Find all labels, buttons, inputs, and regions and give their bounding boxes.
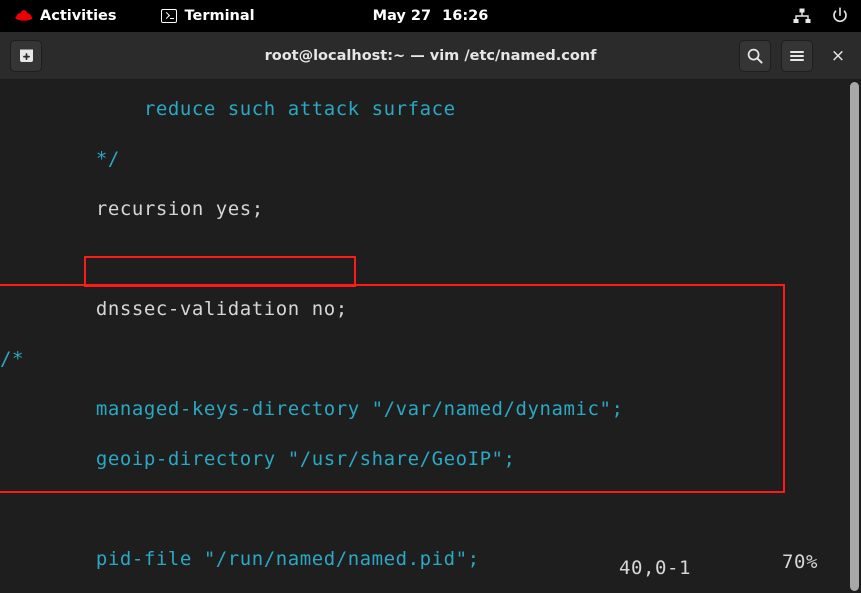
activities-label: Activities xyxy=(40,8,117,24)
terminal-icon xyxy=(160,9,177,23)
power-icon[interactable] xyxy=(829,5,851,27)
cursor-position: 40,0-1 xyxy=(619,557,691,579)
search-button[interactable] xyxy=(739,40,771,72)
code-token: geoip-directory "/usr/share/GeoIP"; xyxy=(95,448,516,470)
code-token: dnssec-validation no; xyxy=(95,298,348,320)
code-line: */ xyxy=(0,134,779,184)
vim-text-area[interactable]: reduce such attack surface */ recursion … xyxy=(0,80,779,593)
activities-button[interactable]: Activities xyxy=(0,0,127,32)
app-indicator-label: Terminal xyxy=(184,8,255,24)
clock[interactable]: May 27 16:26 xyxy=(0,8,861,24)
terminal-window: root@localhost:~ — vim /etc/named.conf × xyxy=(0,32,861,593)
clock-time: 16:26 xyxy=(442,8,489,24)
code-line: managed-keys-directory "/var/named/dynam… xyxy=(0,384,779,434)
code-line: dnssec-validation no; xyxy=(0,284,779,334)
scroll-percent: 70% xyxy=(782,551,818,573)
code-line: geoip-directory "/usr/share/GeoIP"; xyxy=(0,434,779,484)
code-line: reduce such attack surface xyxy=(0,84,779,134)
close-button[interactable]: × xyxy=(823,40,853,72)
terminal-body[interactable]: reduce such attack surface */ recursion … xyxy=(0,80,861,593)
titlebar-actions: × xyxy=(739,40,853,72)
code-token: recursion yes; xyxy=(95,198,264,220)
window-titlebar[interactable]: root@localhost:~ — vim /etc/named.conf × xyxy=(0,32,861,80)
new-tab-button[interactable] xyxy=(10,39,42,72)
system-tray[interactable] xyxy=(791,0,851,32)
clock-date: May 27 xyxy=(372,8,432,24)
code-line: /* xyxy=(0,334,779,384)
code-token: managed-keys-directory "/var/named/dynam… xyxy=(95,398,624,420)
vim-status-line: 40,0-1 70% xyxy=(0,551,861,589)
code-token: reduce such attack surface xyxy=(143,98,456,120)
app-indicator-terminal[interactable]: Terminal xyxy=(151,0,265,32)
code-token: /* xyxy=(0,348,24,370)
code-line: recursion yes; xyxy=(0,184,779,234)
gnome-top-bar: Activities Terminal May 27 16:26 xyxy=(0,0,861,32)
menu-button[interactable] xyxy=(781,40,813,72)
redhat-logo-icon xyxy=(14,9,32,23)
scrollbar-thumb[interactable] xyxy=(850,82,859,591)
close-icon: × xyxy=(830,46,846,66)
code-token: */ xyxy=(95,148,120,170)
hamburger-icon xyxy=(790,50,804,62)
scrollbar[interactable] xyxy=(848,80,861,593)
window-title: root@localhost:~ — vim /etc/named.conf xyxy=(264,47,597,64)
network-icon[interactable] xyxy=(791,5,813,27)
